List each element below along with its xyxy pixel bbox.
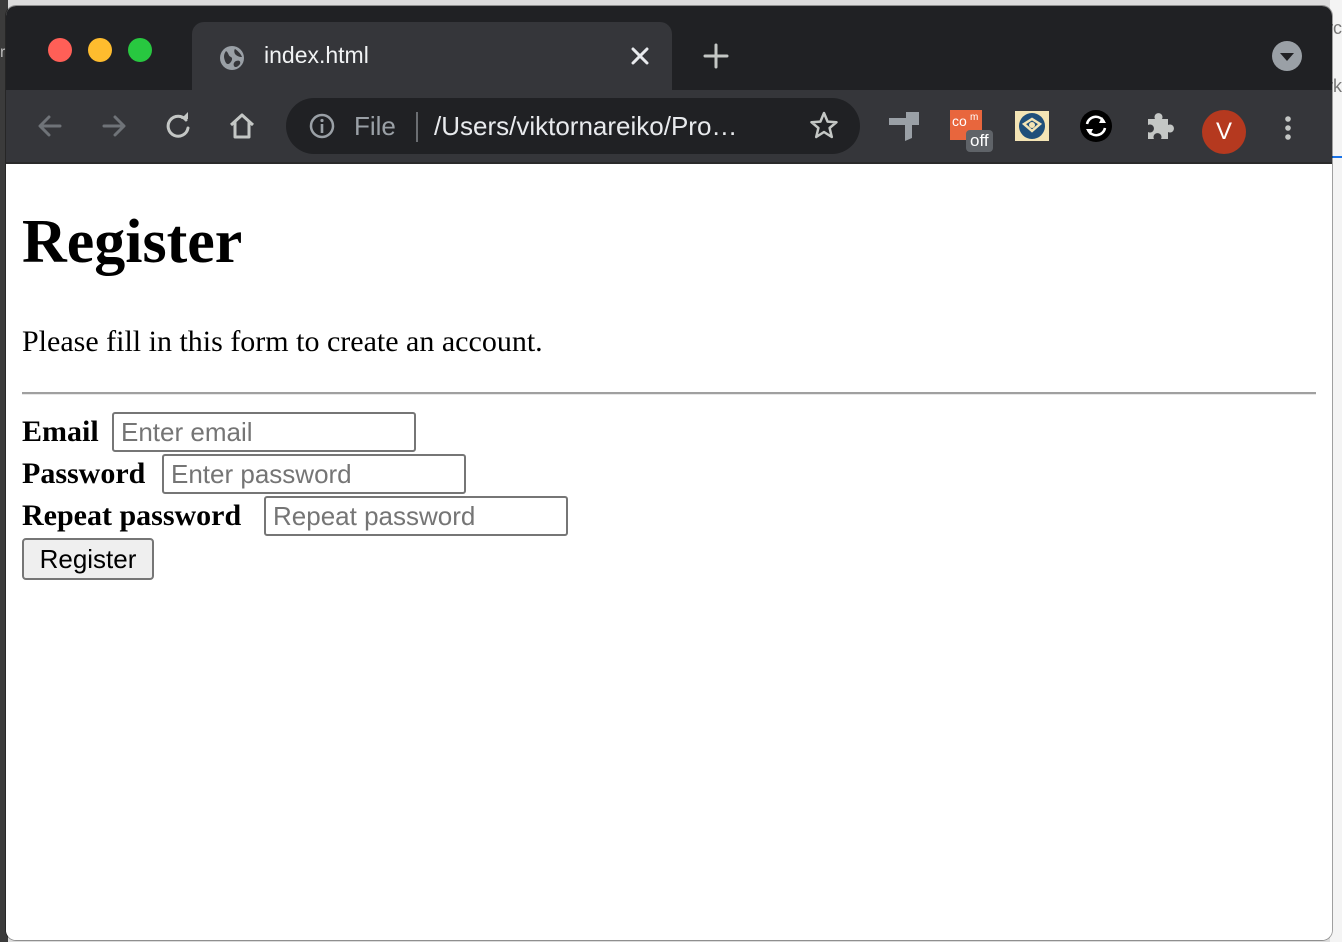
register-button[interactable]: Register: [22, 538, 154, 580]
chevron-down-icon: [1280, 53, 1294, 61]
page-title: Register: [22, 208, 243, 276]
email-input[interactable]: [112, 412, 416, 452]
sync-extension-icon[interactable]: [1078, 108, 1114, 144]
repeat-password-label: Repeat password: [22, 499, 242, 532]
browser-toolbar: File /Users/viktornareiko/Pro… co m off: [6, 90, 1332, 162]
svg-text:m: m: [970, 112, 978, 123]
browser-tab[interactable]: index.html: [192, 22, 672, 90]
address-bar[interactable]: File /Users/viktornareiko/Pro…: [286, 98, 860, 154]
puzzle-icon[interactable]: [1142, 108, 1178, 144]
divider: [22, 392, 1316, 395]
com-extension-icon[interactable]: co m off: [950, 108, 993, 152]
globe-icon: [220, 46, 244, 70]
scheme-label: File: [354, 111, 396, 141]
password-label: Password: [22, 457, 146, 490]
page-content: Register Please fill in this form to cre…: [6, 164, 1332, 940]
more-menu-icon[interactable]: [1272, 112, 1304, 144]
close-window-button[interactable]: [48, 38, 72, 62]
omnibox-separator: [416, 112, 418, 142]
email-label: Email: [22, 415, 99, 448]
reload-icon[interactable]: [162, 110, 194, 142]
new-tab-icon[interactable]: [702, 42, 730, 70]
back-arrow-icon[interactable]: [34, 110, 66, 142]
translate-extension-icon[interactable]: [1014, 108, 1050, 144]
close-tab-icon[interactable]: [626, 42, 654, 70]
url-text[interactable]: /Users/viktornareiko/Pro…: [434, 111, 737, 142]
profile-avatar[interactable]: V: [1202, 110, 1246, 154]
info-icon[interactable]: [308, 112, 336, 140]
repeat-password-input[interactable]: [264, 496, 568, 536]
tab-title: index.html: [264, 42, 369, 68]
password-input[interactable]: [162, 454, 466, 494]
title-bar: index.html: [6, 6, 1332, 90]
minimize-window-button[interactable]: [88, 38, 112, 62]
tab-search-button[interactable]: [1272, 41, 1302, 71]
browser-window: index.html File /Users/viktornareiko/Pro…: [6, 6, 1332, 940]
forward-arrow-icon[interactable]: [98, 110, 130, 142]
page-subtitle: Please fill in this form to create an ac…: [22, 325, 543, 358]
svg-text:co: co: [952, 113, 967, 129]
bookmark-extension-icon[interactable]: [886, 108, 922, 144]
bookmark-star-icon[interactable]: [808, 110, 840, 142]
extension-off-badge: off: [966, 130, 993, 152]
maximize-window-button[interactable]: [128, 38, 152, 62]
home-icon[interactable]: [226, 110, 258, 142]
